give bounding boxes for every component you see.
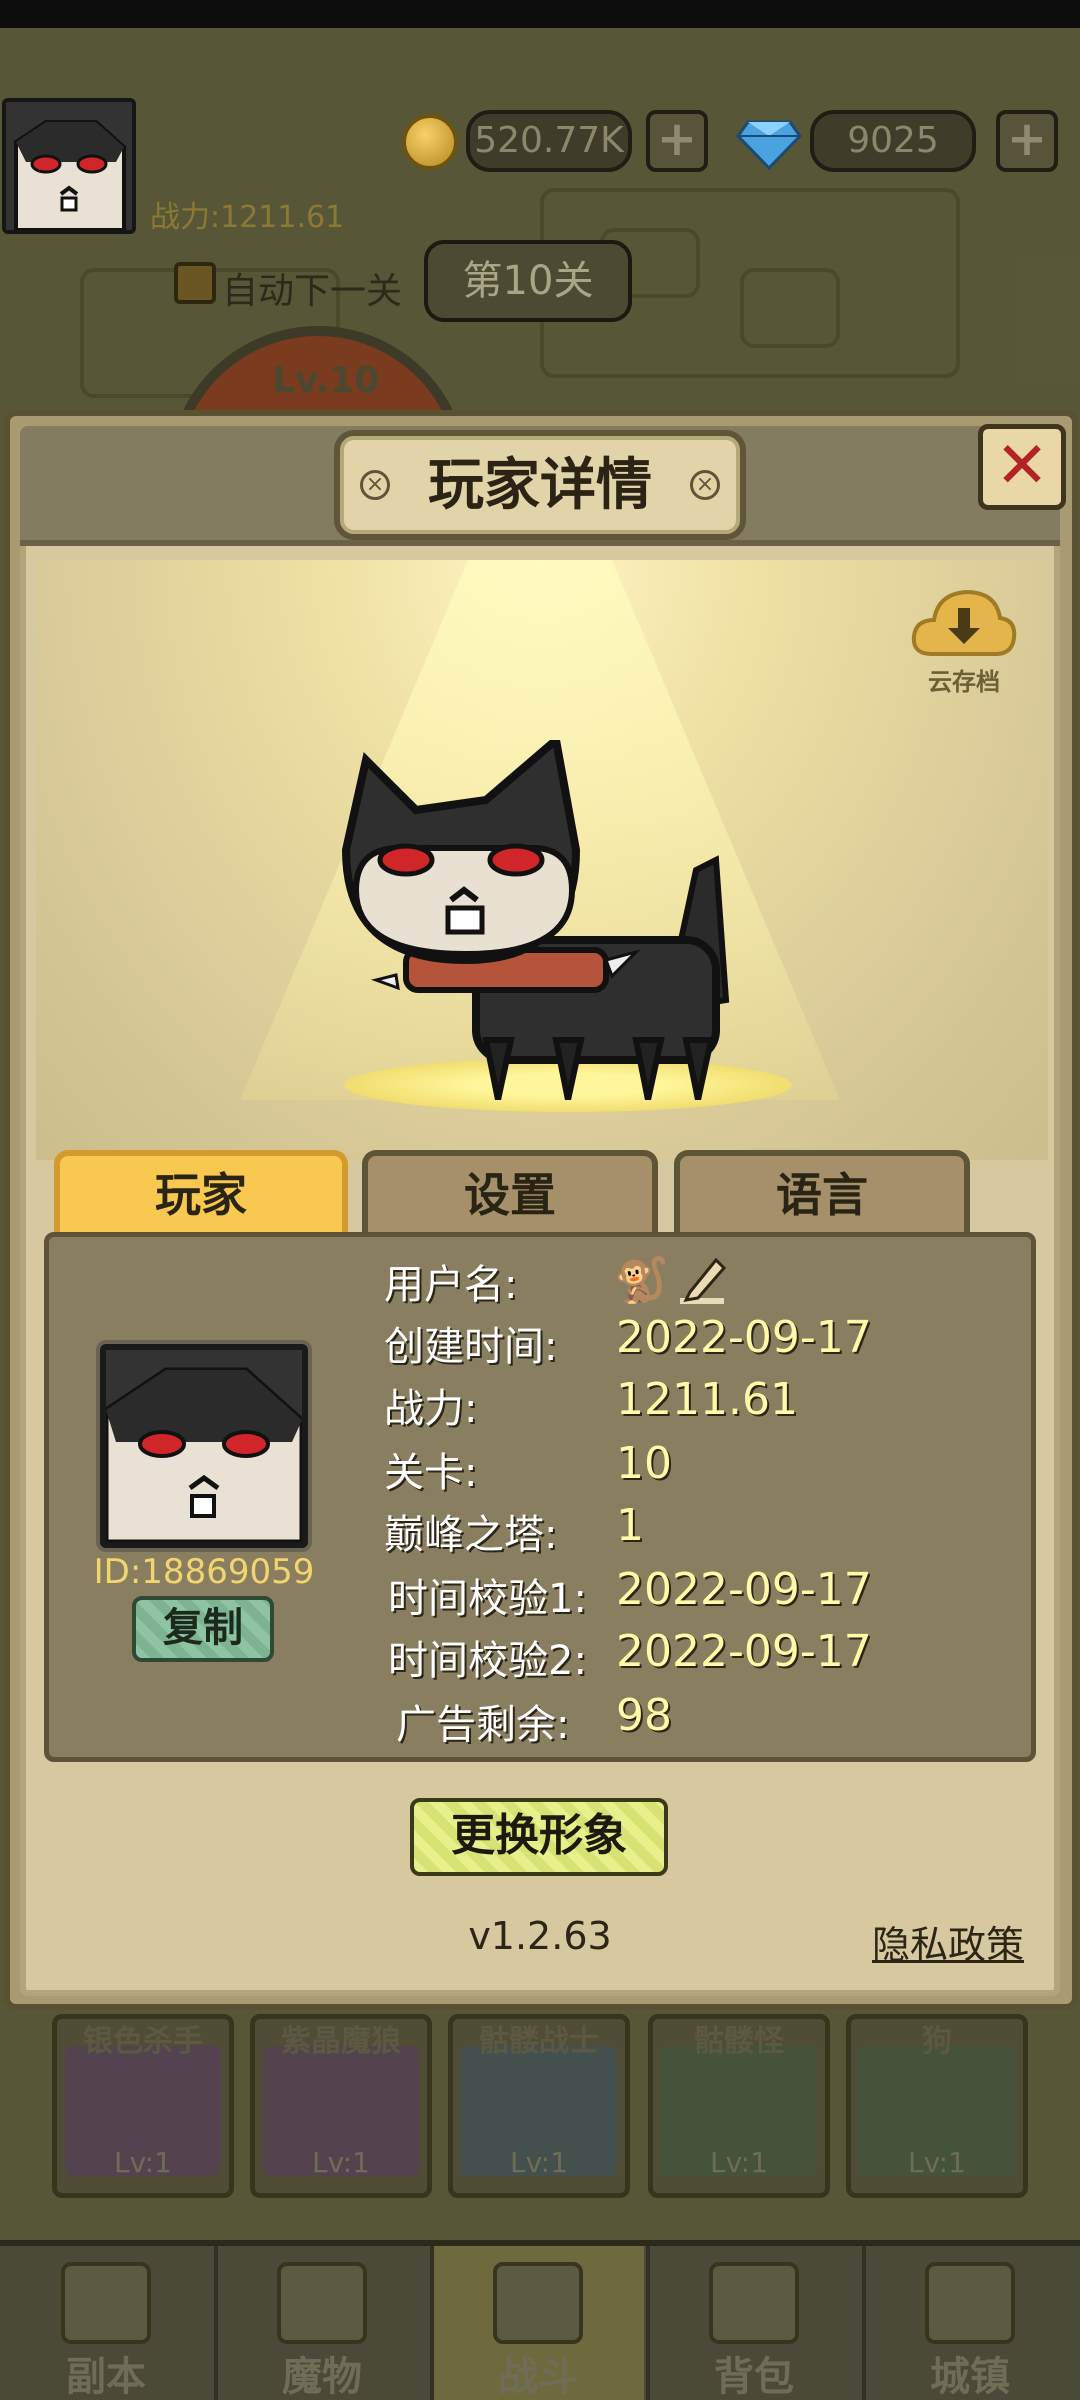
field-label: 时间校验2: bbox=[388, 1638, 587, 1684]
copy-id-button[interactable]: 复制 bbox=[132, 1596, 274, 1662]
add-gems-button[interactable]: + bbox=[996, 110, 1058, 172]
tab-player[interactable]: 玩家 bbox=[54, 1150, 348, 1236]
field-value: 2022-09-17 bbox=[616, 1564, 872, 1615]
field-value: 98 bbox=[616, 1690, 672, 1741]
tab-settings[interactable]: 设置 bbox=[362, 1150, 658, 1236]
nav-divider bbox=[214, 2246, 218, 2400]
combat-power-label: 战力:1211.61 bbox=[150, 200, 345, 235]
gem-counter: 9025 bbox=[810, 110, 976, 172]
coin-icon bbox=[402, 114, 458, 170]
coin-counter: 520.77K bbox=[466, 110, 632, 172]
field-label: 时间校验1: bbox=[388, 1576, 587, 1622]
auto-next-checkbox[interactable] bbox=[174, 262, 216, 304]
tab-language[interactable]: 语言 bbox=[674, 1150, 970, 1236]
field-label: 创建时间: bbox=[384, 1324, 558, 1370]
hero-level: Lv:1 bbox=[710, 2146, 768, 2179]
nav-divider bbox=[430, 2246, 434, 2400]
privacy-policy-link[interactable]: 隐私政策 bbox=[872, 1914, 1024, 1969]
dog-character-icon bbox=[341, 740, 730, 1100]
swords-icon bbox=[493, 2262, 583, 2344]
edit-icon[interactable] bbox=[676, 1252, 732, 1308]
nav-divider bbox=[862, 2246, 866, 2400]
gem-icon bbox=[736, 120, 802, 170]
player-avatar-small[interactable] bbox=[2, 98, 136, 234]
field-value: 1211.61 bbox=[616, 1374, 798, 1425]
change-avatar-button[interactable]: 更换形象 bbox=[410, 1798, 668, 1876]
hero-name: 银色杀手 bbox=[83, 2024, 203, 2059]
rivet-icon: × bbox=[360, 470, 390, 500]
version-label: v1.2.63 bbox=[468, 1914, 612, 1958]
hero-name: 骷髅战士 bbox=[479, 2024, 599, 2059]
field-label: 巅峰之塔: bbox=[384, 1512, 558, 1558]
player-avatar bbox=[100, 1344, 308, 1548]
hero-name: 狗 bbox=[922, 2024, 952, 2059]
nav-label: 副本 bbox=[66, 2354, 146, 2400]
field-value: 1 bbox=[616, 1500, 644, 1551]
backpack-icon bbox=[709, 2262, 799, 2344]
field-label: 关卡: bbox=[384, 1450, 478, 1496]
player-id: ID:18869059 bbox=[93, 1552, 315, 1592]
nav-label: 战斗 bbox=[498, 2354, 578, 2400]
field-value: 10 bbox=[616, 1438, 672, 1489]
stage-button[interactable]: 第10关 bbox=[424, 240, 632, 322]
field-label: 广告剩余: bbox=[396, 1702, 570, 1748]
hero-name: 紫晶魔狼 bbox=[281, 2024, 401, 2059]
map-icon bbox=[61, 2262, 151, 2344]
hero-level: Lv:1 bbox=[908, 2146, 966, 2179]
level-label: Lv.10 bbox=[272, 360, 380, 401]
status-bar bbox=[0, 0, 1080, 28]
nav-label: 城镇 bbox=[930, 2354, 1010, 2400]
field-value: 2022-09-17 bbox=[616, 1626, 872, 1677]
modal-title: 玩家详情 bbox=[428, 453, 652, 518]
nav-label: 背包 bbox=[714, 2354, 794, 2400]
rivet-icon: × bbox=[690, 470, 720, 500]
nav-label: 魔物 bbox=[282, 2354, 362, 2400]
auto-next-label: 自动下一关 bbox=[222, 271, 403, 312]
hero-level: Lv:1 bbox=[312, 2146, 370, 2179]
hero-level: Lv:1 bbox=[510, 2146, 568, 2179]
nav-divider bbox=[646, 2246, 650, 2400]
cloud-save-icon[interactable] bbox=[910, 582, 1018, 662]
hero-name: 骷髅怪 bbox=[694, 2024, 784, 2059]
castle-icon bbox=[925, 2262, 1015, 2344]
monster-icon bbox=[277, 2262, 367, 2344]
field-label: 用户名: bbox=[384, 1262, 518, 1308]
field-label: 战力: bbox=[384, 1386, 478, 1432]
close-button[interactable]: ✕ bbox=[978, 424, 1066, 510]
monkey-icon: 🐒 bbox=[614, 1255, 669, 1306]
hero-level: Lv:1 bbox=[114, 2146, 172, 2179]
cloud-save-label: 云存档 bbox=[928, 668, 1000, 696]
add-coins-button[interactable]: + bbox=[646, 110, 708, 172]
field-value: 2022-09-17 bbox=[616, 1312, 872, 1363]
